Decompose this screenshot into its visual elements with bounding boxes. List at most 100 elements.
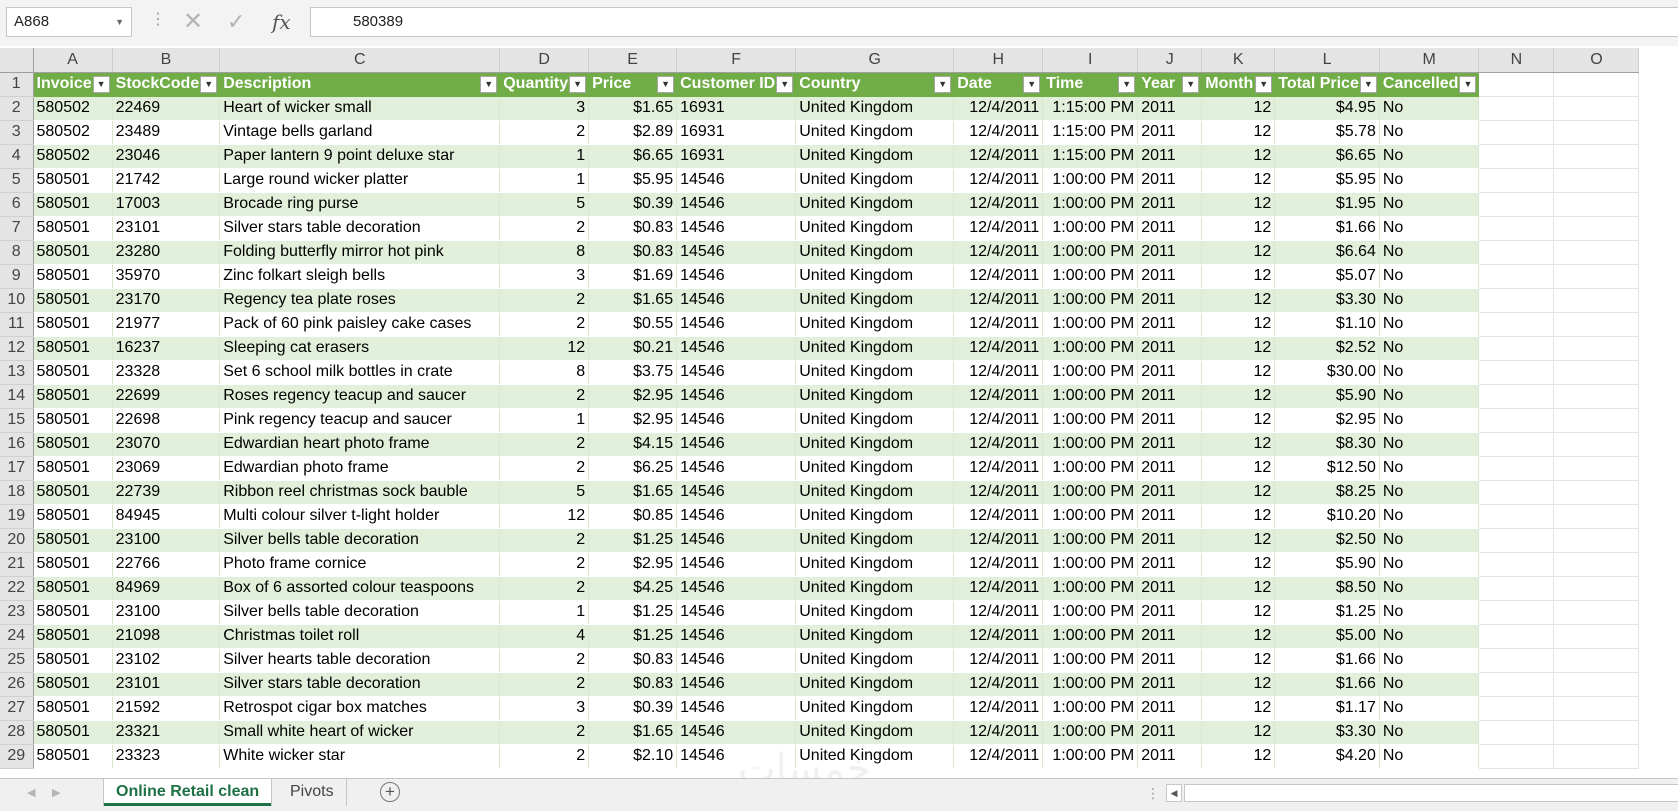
cell-total-price[interactable]: $8.25 xyxy=(1274,480,1380,505)
cell-year[interactable]: 2011 xyxy=(1137,144,1203,169)
cell-time[interactable]: 1:00:00 PM xyxy=(1042,672,1139,697)
cell-quantity[interactable]: 2 xyxy=(499,120,590,145)
cell-description[interactable]: Roses regency teacup and saucer xyxy=(219,384,501,409)
cell-stockcode[interactable]: 21742 xyxy=(112,168,221,193)
empty-cell[interactable] xyxy=(1478,456,1555,481)
cell-invoice[interactable]: 580501 xyxy=(33,336,113,361)
cell-price[interactable]: $6.65 xyxy=(588,144,678,169)
cell-total-price[interactable]: $5.90 xyxy=(1274,384,1380,409)
row-header[interactable]: 4 xyxy=(0,144,34,169)
cell-time[interactable]: 1:15:00 PM xyxy=(1042,96,1139,121)
cell-customer-id[interactable]: 14546 xyxy=(676,408,797,433)
cell-stockcode[interactable]: 16237 xyxy=(112,336,221,361)
empty-cell[interactable] xyxy=(1478,480,1555,505)
cell-description[interactable]: Large round wicker platter xyxy=(219,168,501,193)
cell-stockcode[interactable]: 17003 xyxy=(112,192,221,217)
cell-month[interactable]: 12 xyxy=(1201,408,1276,433)
header-quantity[interactable]: Quantity ▼ xyxy=(499,72,590,97)
empty-cell[interactable] xyxy=(1553,696,1640,721)
cell-cancelled[interactable]: No xyxy=(1379,648,1480,673)
cell-year[interactable]: 2011 xyxy=(1137,96,1203,121)
column-header[interactable]: I xyxy=(1042,48,1139,73)
column-header[interactable]: L xyxy=(1274,48,1380,73)
row-header[interactable]: 1 xyxy=(0,72,34,97)
empty-cell[interactable] xyxy=(1478,96,1555,121)
cell-date[interactable]: 12/4/2011 xyxy=(953,288,1044,313)
cell-month[interactable]: 12 xyxy=(1201,192,1276,217)
cell-country[interactable]: United Kingdom xyxy=(795,216,955,241)
cell-month[interactable]: 12 xyxy=(1201,240,1276,265)
cell-year[interactable]: 2011 xyxy=(1137,408,1203,433)
empty-cell[interactable] xyxy=(1478,408,1555,433)
cell-country[interactable]: United Kingdom xyxy=(795,384,955,409)
cell-customer-id[interactable]: 14546 xyxy=(676,720,797,745)
empty-cell[interactable] xyxy=(1478,600,1555,625)
cell-month[interactable]: 12 xyxy=(1201,696,1276,721)
cell-cancelled[interactable]: No xyxy=(1379,576,1480,601)
cell-price[interactable]: $0.83 xyxy=(588,648,678,673)
empty-cell[interactable] xyxy=(1478,384,1555,409)
cell-cancelled[interactable]: No xyxy=(1379,216,1480,241)
empty-cell[interactable] xyxy=(1478,552,1555,577)
cell-customer-id[interactable]: 16931 xyxy=(676,120,797,145)
cell-date[interactable]: 12/4/2011 xyxy=(953,312,1044,337)
cell-price[interactable]: $1.65 xyxy=(588,720,678,745)
cell-year[interactable]: 2011 xyxy=(1137,648,1203,673)
cell-cancelled[interactable]: No xyxy=(1379,240,1480,265)
row-header[interactable]: 12 xyxy=(0,336,34,361)
cell-stockcode[interactable]: 22469 xyxy=(112,96,221,121)
tab-online-retail-clean[interactable]: Online Retail clean xyxy=(104,779,272,806)
row-header[interactable]: 28 xyxy=(0,720,34,745)
cell-customer-id[interactable]: 14546 xyxy=(676,552,797,577)
cell-price[interactable]: $2.95 xyxy=(588,552,678,577)
column-header[interactable]: A xyxy=(33,48,113,73)
cell-date[interactable]: 12/4/2011 xyxy=(953,336,1044,361)
empty-cell[interactable] xyxy=(1553,336,1640,361)
cell-description[interactable]: Pack of 60 pink paisley cake cases xyxy=(219,312,501,337)
row-header[interactable]: 5 xyxy=(0,168,34,193)
cell-year[interactable]: 2011 xyxy=(1137,168,1203,193)
cell-country[interactable]: United Kingdom xyxy=(795,408,955,433)
cell-stockcode[interactable]: 23170 xyxy=(112,288,221,313)
empty-cell[interactable] xyxy=(1553,312,1640,337)
cell-year[interactable]: 2011 xyxy=(1137,456,1203,481)
cell-date[interactable]: 12/4/2011 xyxy=(953,672,1044,697)
cell-invoice[interactable]: 580501 xyxy=(33,312,113,337)
cell-country[interactable]: United Kingdom xyxy=(795,528,955,553)
cell-year[interactable]: 2011 xyxy=(1137,528,1203,553)
empty-cell[interactable] xyxy=(1553,96,1640,121)
cell-year[interactable]: 2011 xyxy=(1137,312,1203,337)
scroll-tabs-left-icon[interactable]: ◀ xyxy=(27,786,35,799)
cell-cancelled[interactable]: No xyxy=(1379,600,1480,625)
cell-invoice[interactable]: 580501 xyxy=(33,192,113,217)
filter-dropdown-icon[interactable]: ▼ xyxy=(480,75,498,93)
cell-invoice[interactable]: 580501 xyxy=(33,648,113,673)
filter-dropdown-icon[interactable]: ▼ xyxy=(92,75,110,93)
cell-price[interactable]: $0.39 xyxy=(588,696,678,721)
cell-customer-id[interactable]: 14546 xyxy=(676,360,797,385)
empty-cell[interactable] xyxy=(1478,264,1555,289)
cell-stockcode[interactable]: 21977 xyxy=(112,312,221,337)
cell-cancelled[interactable]: No xyxy=(1379,120,1480,145)
cell-description[interactable]: Sleeping cat erasers xyxy=(219,336,501,361)
cell-price[interactable]: $2.95 xyxy=(588,384,678,409)
cell-total-price[interactable]: $30.00 xyxy=(1274,360,1380,385)
cell-stockcode[interactable]: 22699 xyxy=(112,384,221,409)
cell-description[interactable]: Multi colour silver t-light holder xyxy=(219,504,501,529)
cell-time[interactable]: 1:00:00 PM xyxy=(1042,288,1139,313)
cell-customer-id[interactable]: 14546 xyxy=(676,384,797,409)
cell-month[interactable]: 12 xyxy=(1201,720,1276,745)
row-header[interactable]: 15 xyxy=(0,408,34,433)
row-header[interactable]: 2 xyxy=(0,96,34,121)
header-cancelled[interactable]: Cancelled ▼ xyxy=(1379,72,1480,97)
cell-country[interactable]: United Kingdom xyxy=(795,720,955,745)
column-header[interactable]: M xyxy=(1379,48,1480,73)
cell-date[interactable]: 12/4/2011 xyxy=(953,528,1044,553)
cell-price[interactable]: $0.55 xyxy=(588,312,678,337)
cell-country[interactable]: United Kingdom xyxy=(795,576,955,601)
cell-month[interactable]: 12 xyxy=(1201,312,1276,337)
cell-price[interactable]: $1.25 xyxy=(588,528,678,553)
cell-description[interactable]: Regency tea plate roses xyxy=(219,288,501,313)
cell-cancelled[interactable]: No xyxy=(1379,312,1480,337)
cell-description[interactable]: Vintage bells garland xyxy=(219,120,501,145)
